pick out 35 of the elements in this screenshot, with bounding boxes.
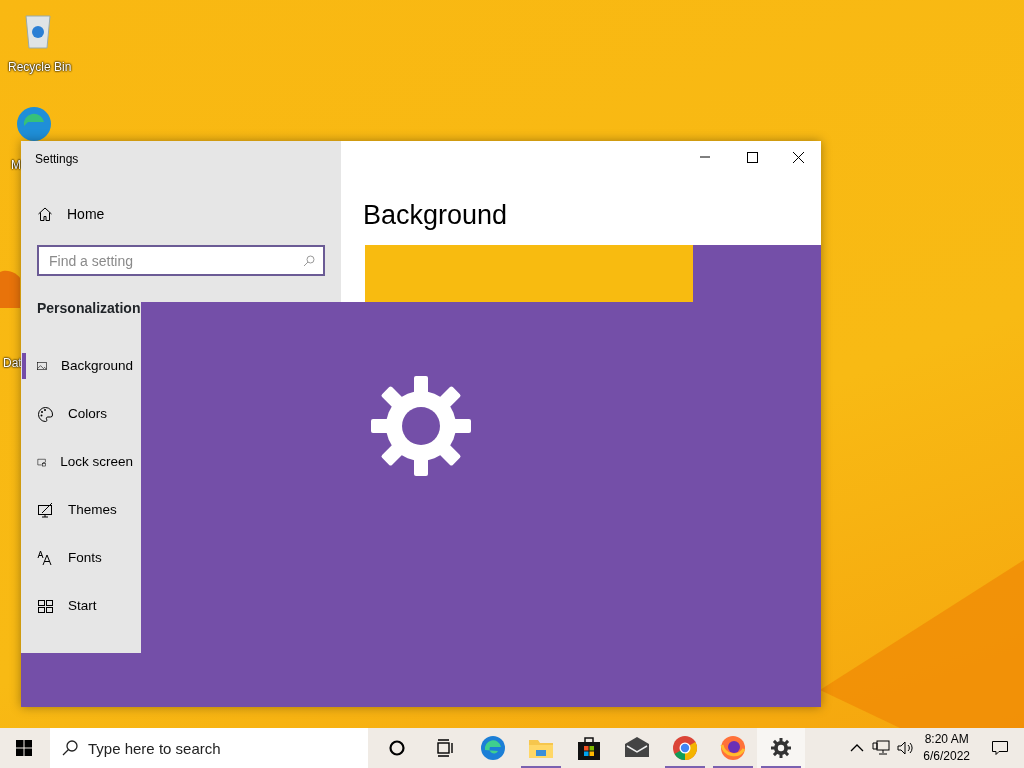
network-icon[interactable] — [872, 739, 891, 757]
search-icon — [303, 255, 315, 267]
edge-icon — [480, 735, 506, 761]
sidebar-item[interactable]: Themes — [21, 490, 139, 530]
volume-icon[interactable] — [896, 739, 915, 757]
section-heading: Personalization — [37, 299, 141, 318]
close-icon — [791, 150, 805, 164]
page-heading: Background — [363, 199, 508, 232]
home-nav-item[interactable]: Home — [21, 194, 341, 234]
home-icon — [37, 206, 53, 222]
settings-icon — [771, 738, 791, 758]
palette-icon — [37, 405, 54, 423]
sidebar-item[interactable]: Start — [21, 586, 139, 626]
settings-gear-icon — [371, 376, 471, 476]
fonts-icon — [37, 549, 54, 567]
taskbar-app-button[interactable] — [757, 728, 805, 768]
windows-logo-icon — [16, 740, 32, 756]
maximize-icon — [745, 150, 759, 164]
search-field[interactable]: Find a setting — [37, 245, 325, 276]
sidebar-item[interactable]: Background — [21, 346, 139, 386]
start-icon — [37, 597, 54, 615]
search-icon — [62, 740, 78, 756]
firefox-icon — [720, 735, 746, 761]
sidebar-item[interactable]: Colors — [21, 394, 139, 434]
cortana-icon — [387, 738, 407, 758]
speech-bubble-icon — [991, 739, 1009, 757]
themes-icon — [37, 501, 54, 519]
window-title: Settings — [35, 151, 79, 168]
task-view-icon — [435, 738, 455, 758]
store-icon — [576, 735, 602, 761]
sidebar-item[interactable]: Fonts — [21, 538, 139, 578]
chrome-icon — [672, 735, 698, 761]
clock[interactable]: 8:20 AM 6/6/2022 — [917, 731, 976, 765]
taskbar-search-field[interactable]: Type here to search — [50, 728, 368, 768]
sidebar-item[interactable]: Lock screen — [21, 442, 139, 482]
